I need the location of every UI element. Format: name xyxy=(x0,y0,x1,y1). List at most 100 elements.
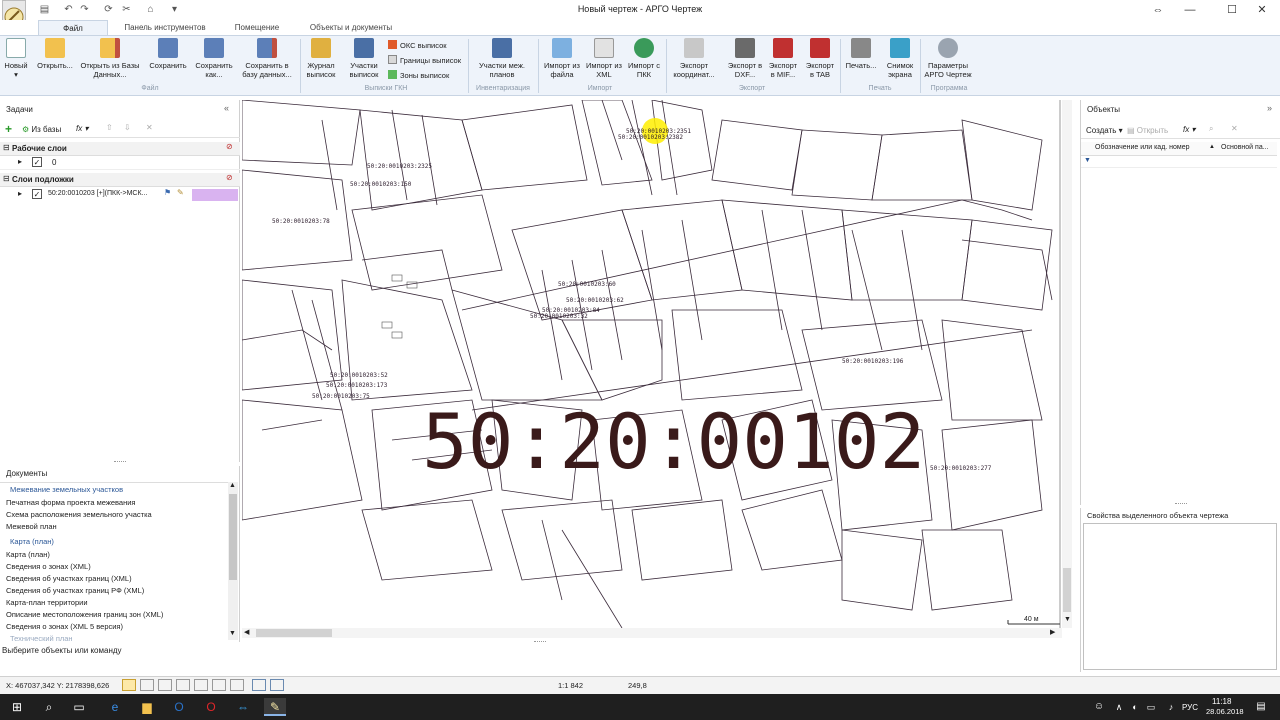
move-down-icon[interactable]: ⇩ xyxy=(124,123,131,132)
scroll-thumb[interactable] xyxy=(1063,568,1071,612)
doc-item[interactable]: Сведения об участках границ РФ (XML) xyxy=(6,586,144,595)
save-as-button[interactable]: Сохранить как... xyxy=(194,38,234,79)
import-pkk-button[interactable]: Импорт с ПКК xyxy=(626,38,662,79)
snap-tool-icon[interactable] xyxy=(270,679,284,691)
column-header[interactable]: Основной па... xyxy=(1221,144,1269,151)
outlook-icon[interactable]: O xyxy=(168,698,190,716)
snap-tool-icon[interactable] xyxy=(212,679,226,691)
doc-item[interactable]: Схема расположения земельного участка xyxy=(6,510,152,519)
panel-resize-handle[interactable] xyxy=(1175,503,1187,505)
snap-tool-icon[interactable] xyxy=(176,679,190,691)
windows-start-icon[interactable]: ⊞ xyxy=(6,698,28,716)
doc-group-map[interactable]: Карта (план) xyxy=(10,537,54,546)
layer-color-swatch[interactable] xyxy=(192,189,238,201)
params-button[interactable]: Параметры АРГО Чертеж xyxy=(922,38,974,79)
drawing-canvas[interactable]: 50:20:0010203:2351 50:20:0010203:2382 50… xyxy=(242,100,1062,628)
doc-item[interactable]: Печатная форма проекта межевания xyxy=(6,498,136,507)
save-button[interactable]: Сохранить xyxy=(148,38,188,70)
delete-icon[interactable]: ✕ xyxy=(146,123,153,132)
edge-browser-icon[interactable]: e xyxy=(104,698,126,716)
restore-icon[interactable]: ⇔ xyxy=(1140,0,1176,20)
close-button[interactable]: ✕ xyxy=(1244,0,1280,20)
expand-icon[interactable]: ⊟ xyxy=(3,143,10,152)
doc-item[interactable]: Сведения о зонах (XML) xyxy=(6,562,91,571)
doc-item[interactable]: Карта-план территории xyxy=(6,598,88,607)
snap-tool-icon[interactable] xyxy=(122,679,136,691)
open-button[interactable]: Открыть... xyxy=(34,38,76,70)
doc-item[interactable]: Сведения об участках границ (XML) xyxy=(6,574,132,583)
clock-time[interactable]: 11:18 xyxy=(1212,697,1231,706)
layer-checkbox[interactable]: ✓ xyxy=(32,189,42,199)
sort-icon[interactable]: ▲ xyxy=(1209,144,1215,150)
canvas-vscrollbar[interactable]: ▼ xyxy=(1062,100,1072,628)
open-object-button[interactable]: ▤ Открыть xyxy=(1127,126,1168,135)
oks-button[interactable]: ОКС выписок xyxy=(388,40,447,50)
cadastral-map[interactable]: 50:20:0010203:2351 50:20:0010203:2382 50… xyxy=(242,100,1062,628)
filter-icon[interactable]: ▼ xyxy=(1084,157,1091,164)
layer-edit-icon[interactable]: ✎ xyxy=(177,188,184,197)
journal-button[interactable]: Журнал выписок xyxy=(304,38,338,79)
filter-row[interactable]: ▼ xyxy=(1081,156,1277,168)
move-up-icon[interactable]: ⇧ xyxy=(106,123,113,132)
notifications-icon[interactable]: ▤ xyxy=(1250,698,1272,716)
scroll-down-icon[interactable]: ▼ xyxy=(229,630,236,637)
tab-objects-docs[interactable]: Объекты и документы xyxy=(296,20,406,36)
splitter-handle[interactable] xyxy=(534,641,546,643)
scroll-left-icon[interactable]: ◀ xyxy=(244,628,249,636)
search-icon[interactable]: ⌕ xyxy=(38,698,60,716)
volume-icon[interactable]: ♪ xyxy=(1160,698,1182,716)
panel-resize-handle[interactable] xyxy=(114,461,126,463)
export-coords-button[interactable]: Экспорт координат... xyxy=(668,38,720,79)
layer-checkbox[interactable]: ✓ xyxy=(32,157,42,167)
screenshot-button[interactable]: Снимок экрана xyxy=(882,38,918,79)
tab-toolbar[interactable]: Панель инструментов xyxy=(112,20,218,36)
visibility-off-icon[interactable]: ⊘ xyxy=(226,173,233,182)
scroll-thumb[interactable] xyxy=(256,629,332,637)
argo-app-icon[interactable]: ✎ xyxy=(264,698,286,716)
documents-scrollbar[interactable]: ▲ ▼ xyxy=(228,482,238,640)
tab-room[interactable]: Помещение xyxy=(222,20,292,36)
snap-tool-icon[interactable] xyxy=(140,679,154,691)
snap-tool-icon[interactable] xyxy=(194,679,208,691)
command-line[interactable]: Выберите объекты или команду xyxy=(0,644,1080,658)
parcels-button[interactable]: Участки выписок xyxy=(344,38,384,79)
search-icon[interactable]: ⌕ xyxy=(1209,124,1213,134)
doc-item[interactable]: Карта (план) xyxy=(6,550,50,559)
clock-date[interactable]: 28.06.2018 xyxy=(1206,707,1244,716)
visibility-off-icon[interactable]: ⊘ xyxy=(226,142,233,151)
borders-button[interactable]: Границы выписок xyxy=(388,55,461,65)
scroll-down-icon[interactable]: ▼ xyxy=(1064,616,1071,623)
people-icon[interactable]: ☺ xyxy=(1088,698,1110,716)
import-xml-button[interactable]: Импорт из XML xyxy=(586,38,622,79)
doc-item[interactable]: Описание местоположения границ зон (XML) xyxy=(6,610,163,619)
collapse-icon[interactable]: » xyxy=(1267,103,1272,113)
open-db-button[interactable]: Открыть из Базы Данных... xyxy=(80,38,140,79)
map-scale[interactable]: 1:1 842 xyxy=(558,681,583,690)
file-explorer-icon[interactable]: ▆ xyxy=(136,698,158,716)
working-layers-row[interactable]: ⊟ Рабочие слои ⊘ xyxy=(0,142,240,156)
doc-group-survey[interactable]: Межевание земельных участков xyxy=(10,485,123,494)
import-file-button[interactable]: Импорт из файла xyxy=(542,38,582,79)
snap-tool-icon[interactable] xyxy=(158,679,172,691)
zones-button[interactable]: Зоны выписок xyxy=(388,70,449,80)
expand-icon[interactable]: ⊟ xyxy=(3,174,10,183)
scroll-up-icon[interactable]: ▲ xyxy=(229,482,236,489)
scroll-thumb[interactable] xyxy=(229,494,237,580)
inventory-button[interactable]: Участки меж. планов xyxy=(472,38,532,79)
layer-row[interactable]: ▸ ✓ 0 xyxy=(0,156,240,170)
save-db-button[interactable]: Сохранить в базу данных... xyxy=(240,38,294,79)
properties-area[interactable] xyxy=(1083,523,1277,670)
doc-item[interactable]: Межевой план xyxy=(6,522,57,531)
new-button[interactable]: Новый ▾ xyxy=(2,38,30,79)
function-icon[interactable]: fx ▾ xyxy=(76,124,88,133)
print-button[interactable]: Печать... xyxy=(842,38,880,70)
add-icon[interactable]: + xyxy=(5,122,12,136)
base-layers-row[interactable]: ⊟ Слои подложки ⊘ xyxy=(0,173,240,187)
from-db-button[interactable]: ⚙ Из базы xyxy=(22,125,61,134)
network-icon[interactable]: ▭ xyxy=(1140,698,1162,716)
doc-group-technical[interactable]: Технический план xyxy=(10,634,73,643)
doc-item[interactable]: Сведения о зонах (XML 5 версия) xyxy=(6,622,123,631)
layer-settings-icon[interactable]: ⚑ xyxy=(164,188,171,197)
snap-tool-icon[interactable] xyxy=(230,679,244,691)
export-dxf-button[interactable]: Экспорт в DXF... xyxy=(726,38,764,79)
